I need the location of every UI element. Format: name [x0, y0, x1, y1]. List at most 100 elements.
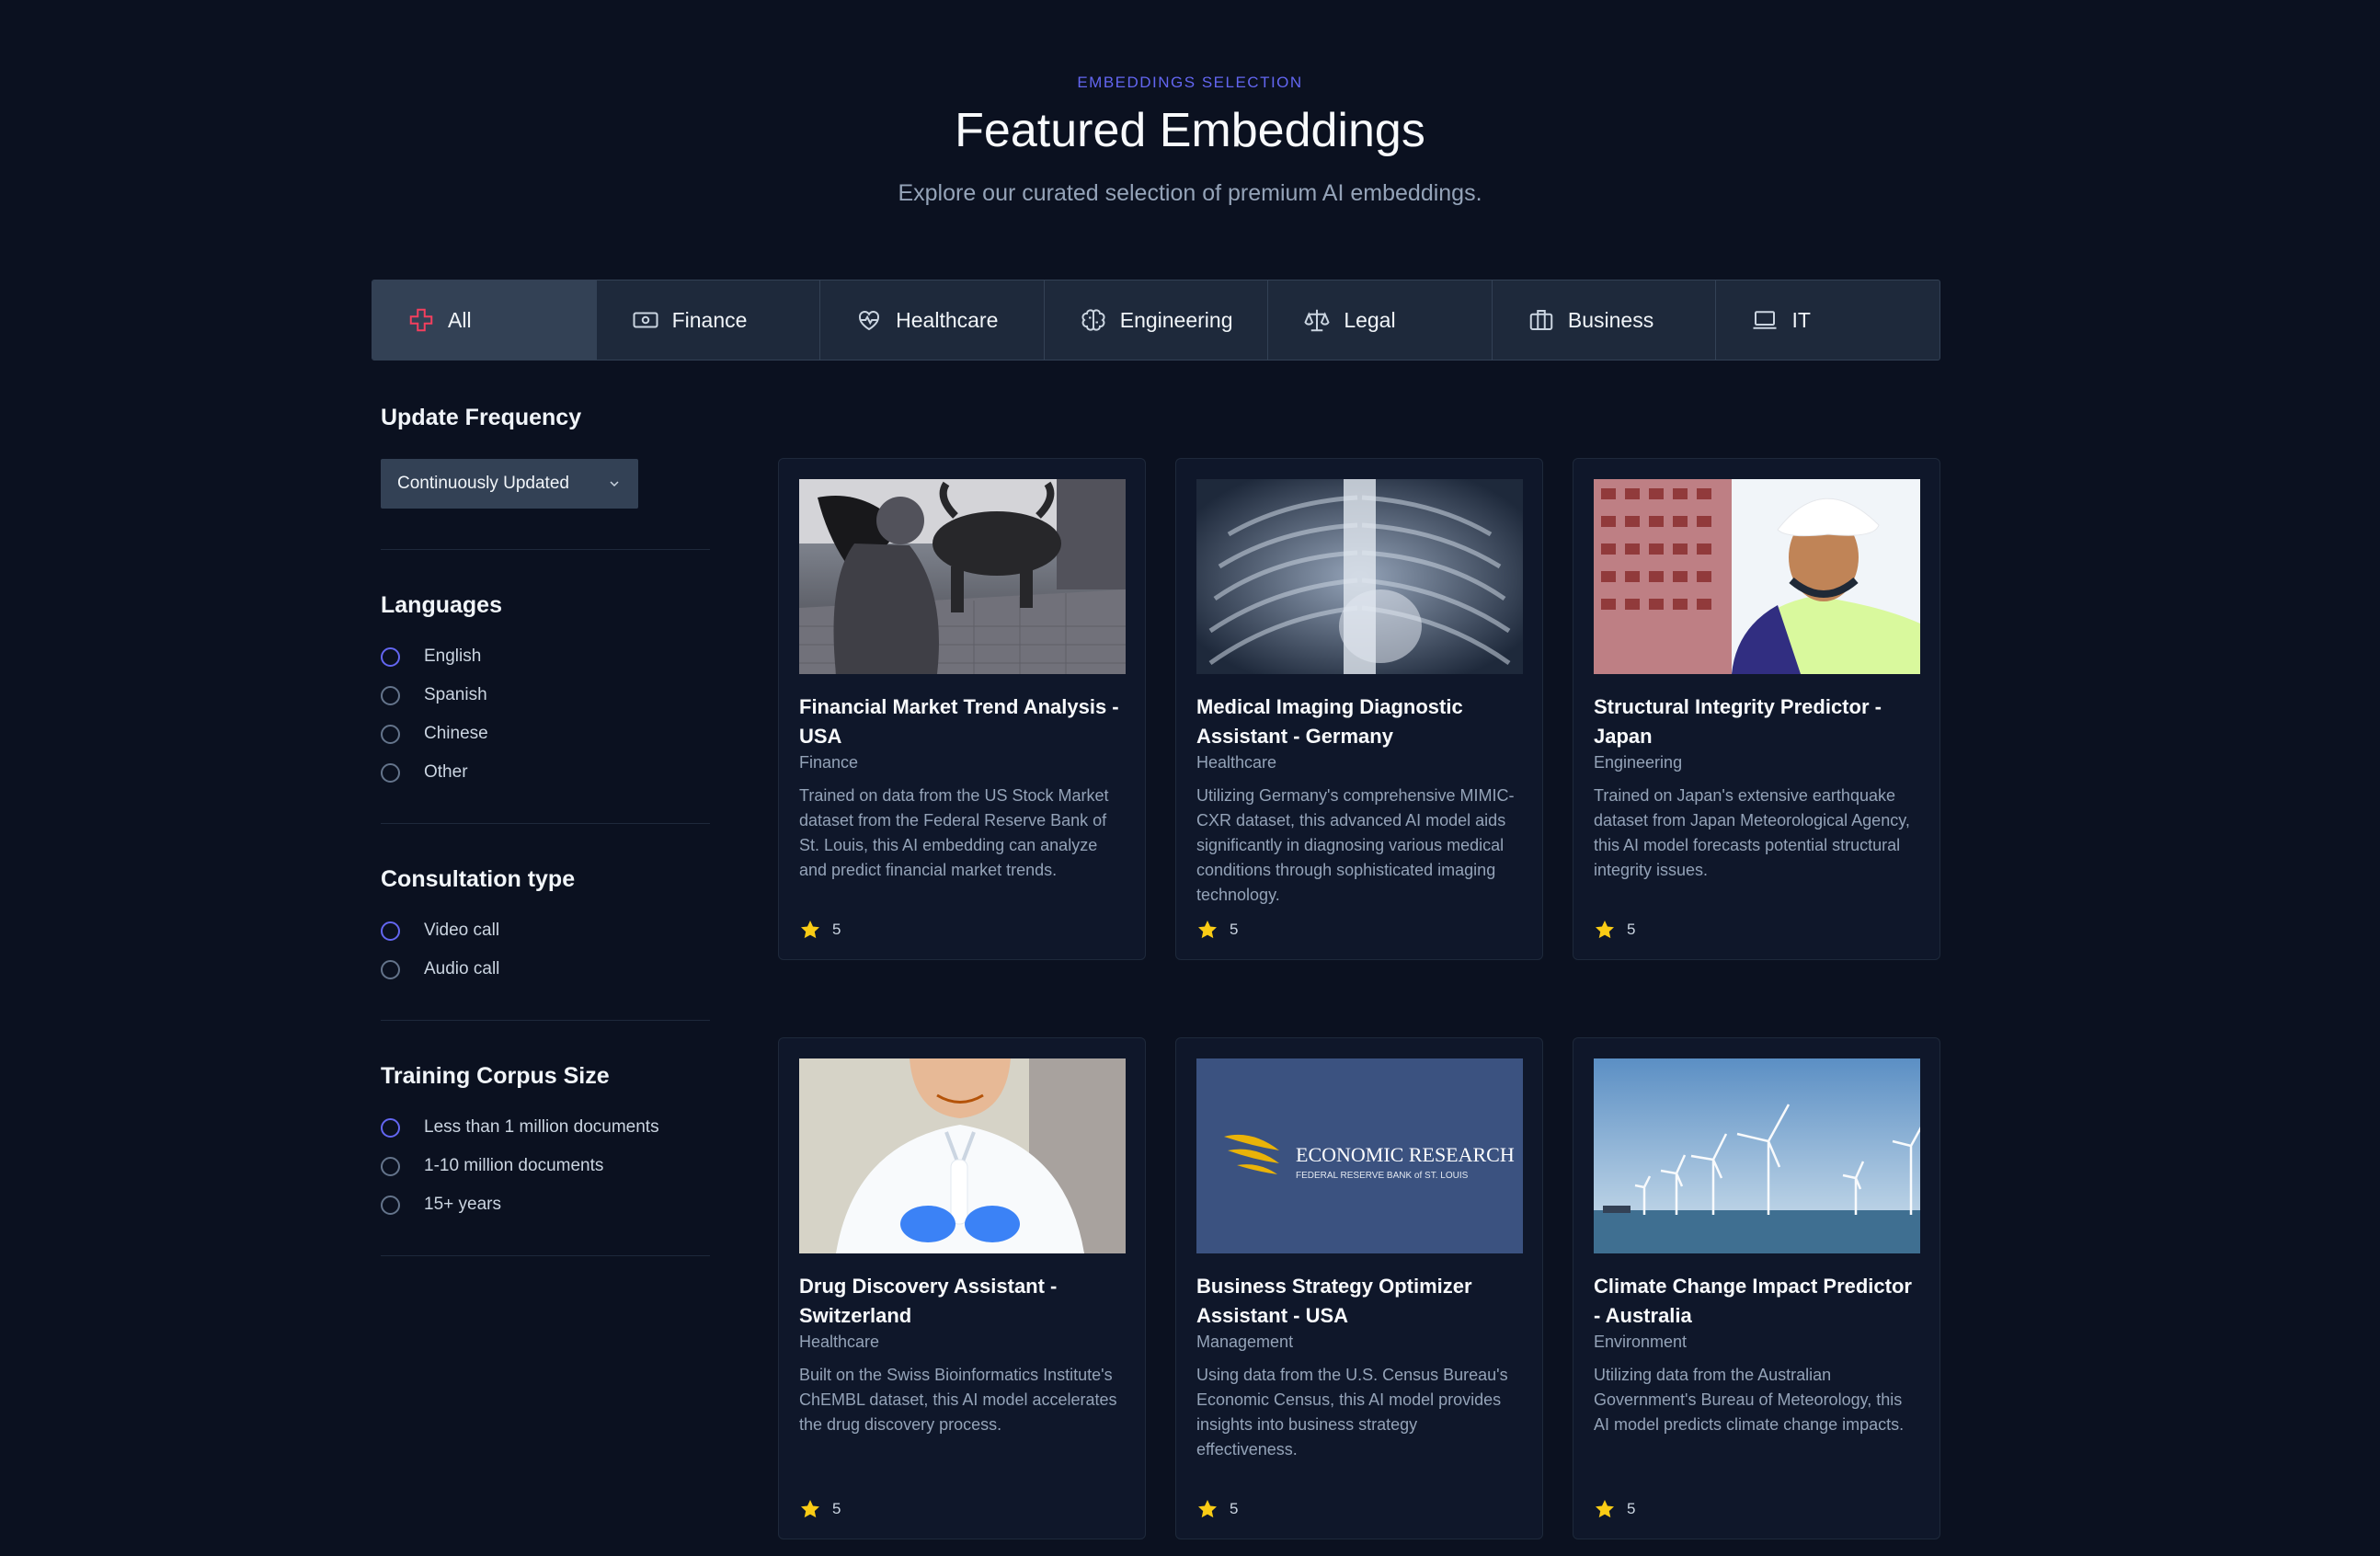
card-image	[799, 479, 1126, 674]
update-frequency-select[interactable]: Continuously Updated	[381, 459, 638, 509]
select-value: Continuously Updated	[397, 474, 569, 493]
star-icon	[801, 921, 819, 939]
card-rating: 5	[1196, 919, 1238, 941]
radio-label: 15+ years	[424, 1195, 501, 1214]
card-image: ECONOMIC RESEARCH FEDERAL RESERVE BANK o…	[1196, 1058, 1523, 1253]
card-image	[1196, 479, 1523, 674]
card-rating: 5	[799, 919, 841, 941]
radio-other[interactable]: Other	[381, 762, 710, 783]
tab-all[interactable]: All	[372, 280, 597, 360]
statue-photo	[799, 479, 1126, 674]
radio-circle[interactable]	[381, 1195, 400, 1215]
embedding-grid: Financial Market Trend Analysis - USA Fi…	[778, 458, 1940, 1539]
radio-audio-call[interactable]: Audio call	[381, 959, 710, 979]
tab-business[interactable]: Business	[1493, 280, 1717, 360]
card-description: Built on the Swiss Bioinformatics Instit…	[799, 1366, 1117, 1434]
corpus-size-title: Training Corpus Size	[381, 1063, 610, 1089]
card-title: Financial Market Trend Analysis - USA	[799, 695, 1119, 748]
card-description: Trained on Japan's extensive earthquake …	[1594, 786, 1910, 879]
tab-label: Finance	[671, 307, 748, 332]
radio-circle[interactable]	[381, 685, 400, 705]
heart-pulse-icon	[859, 310, 880, 331]
economic-research-logo: ECONOMIC RESEARCH FEDERAL RESERVE BANK o…	[1196, 1058, 1523, 1253]
card-rating: 5	[1594, 919, 1635, 941]
radio-label: Less than 1 million documents	[424, 1117, 659, 1137]
brain-icon	[1081, 309, 1105, 331]
radio-spanish[interactable]: Spanish	[381, 685, 710, 705]
update-frequency-section: Update Frequency Continuously Updated	[381, 405, 710, 550]
radio-chinese[interactable]: Chinese	[381, 724, 710, 744]
page-subtitle: Explore our curated selection of premium…	[898, 180, 1482, 206]
star-icon	[1596, 1500, 1614, 1518]
radio-corpus-years[interactable]: 15+ years	[381, 1195, 710, 1215]
card-rating: 5	[1594, 1498, 1635, 1520]
radio-corpus-small[interactable]: Less than 1 million documents	[381, 1117, 710, 1138]
rating-value: 5	[1230, 1500, 1239, 1517]
xray-photo	[1196, 479, 1523, 674]
embedding-card[interactable]: Financial Market Trend Analysis - USA Fi…	[778, 458, 1146, 960]
languages-section: Languages English Spanish Chinese Other	[381, 592, 710, 824]
filter-sidebar: Update Frequency Continuously Updated La…	[381, 405, 710, 1299]
radio-label: Audio call	[424, 959, 500, 978]
card-description: Using data from the U.S. Census Bureau's…	[1196, 1366, 1508, 1459]
radio-circle[interactable]	[381, 921, 400, 941]
embedding-card[interactable]: Climate Change Impact Predictor - Austra…	[1573, 1037, 1940, 1539]
star-icon	[1198, 921, 1217, 939]
embedding-card[interactable]: Medical Imaging Diagnostic Assistant - G…	[1175, 458, 1543, 960]
card-title: Drug Discovery Assistant - Switzerland	[799, 1275, 1058, 1327]
card-category: Finance	[799, 753, 859, 772]
tab-it[interactable]: IT	[1716, 280, 1939, 360]
radio-circle[interactable]	[381, 1117, 400, 1138]
card-rating: 5	[1196, 1498, 1238, 1520]
card-image	[1594, 479, 1920, 674]
card-description: Trained on data from the US Stock Market…	[799, 786, 1109, 879]
radio-circle[interactable]	[381, 959, 400, 979]
tab-label: Business	[1567, 307, 1654, 332]
scientist-photo	[799, 1058, 1126, 1253]
star-icon	[801, 1500, 819, 1518]
tab-engineering[interactable]: Engineering	[1045, 280, 1269, 360]
consultation-title: Consultation type	[381, 866, 576, 892]
tab-legal[interactable]: Legal	[1268, 280, 1493, 360]
rating-value: 5	[1627, 1500, 1636, 1517]
languages-title: Languages	[381, 592, 502, 618]
tab-label: Healthcare	[896, 307, 999, 332]
update-frequency-title: Update Frequency	[381, 405, 582, 430]
tab-healthcare[interactable]: Healthcare	[820, 280, 1045, 360]
radio-corpus-medium[interactable]: 1-10 million documents	[381, 1156, 710, 1176]
logo-line-2: FEDERAL RESERVE BANK of ST. LOUIS	[1296, 1171, 1469, 1181]
embedding-card[interactable]: Structural Integrity Predictor - Japan E…	[1573, 458, 1940, 960]
card-category: Engineering	[1594, 753, 1683, 772]
chevron-down-icon	[610, 481, 619, 487]
scale-icon	[1304, 309, 1330, 332]
tab-finance[interactable]: Finance	[597, 280, 821, 360]
radio-label: English	[424, 646, 482, 666]
embedding-card[interactable]: Drug Discovery Assistant - Switzerland H…	[778, 1037, 1146, 1539]
radio-circle[interactable]	[381, 724, 400, 744]
card-description: Utilizing Germany's comprehensive MIMIC-…	[1196, 786, 1515, 904]
engineer-photo	[1594, 479, 1920, 674]
tab-label: IT	[1791, 307, 1811, 332]
card-category: Management	[1196, 1333, 1294, 1351]
laptop-icon	[1753, 311, 1777, 329]
star-icon	[1596, 921, 1614, 939]
radio-english[interactable]: English	[381, 646, 710, 667]
category-tabs: All Finance Healthcare Engineering Legal…	[372, 280, 1940, 360]
embedding-card[interactable]: ECONOMIC RESEARCH FEDERAL RESERVE BANK o…	[1175, 1037, 1543, 1539]
rating-value: 5	[832, 921, 841, 938]
radio-circle[interactable]	[381, 762, 400, 783]
star-icon	[1198, 1500, 1217, 1518]
radio-circle[interactable]	[381, 646, 400, 667]
radio-circle[interactable]	[381, 1156, 400, 1176]
consultation-section: Consultation type Video call Audio call	[381, 866, 710, 1021]
radio-video-call[interactable]: Video call	[381, 921, 710, 941]
radio-label: Other	[424, 762, 468, 782]
card-category: Environment	[1594, 1333, 1688, 1351]
radio-label: Video call	[424, 921, 500, 940]
radio-label: 1-10 million documents	[424, 1156, 604, 1175]
tab-label: All	[448, 307, 472, 332]
corpus-size-section: Training Corpus Size Less than 1 million…	[381, 1063, 710, 1256]
page-title: Featured Embeddings	[955, 104, 1425, 157]
card-category: Healthcare	[1196, 753, 1277, 772]
card-category: Healthcare	[799, 1333, 880, 1351]
